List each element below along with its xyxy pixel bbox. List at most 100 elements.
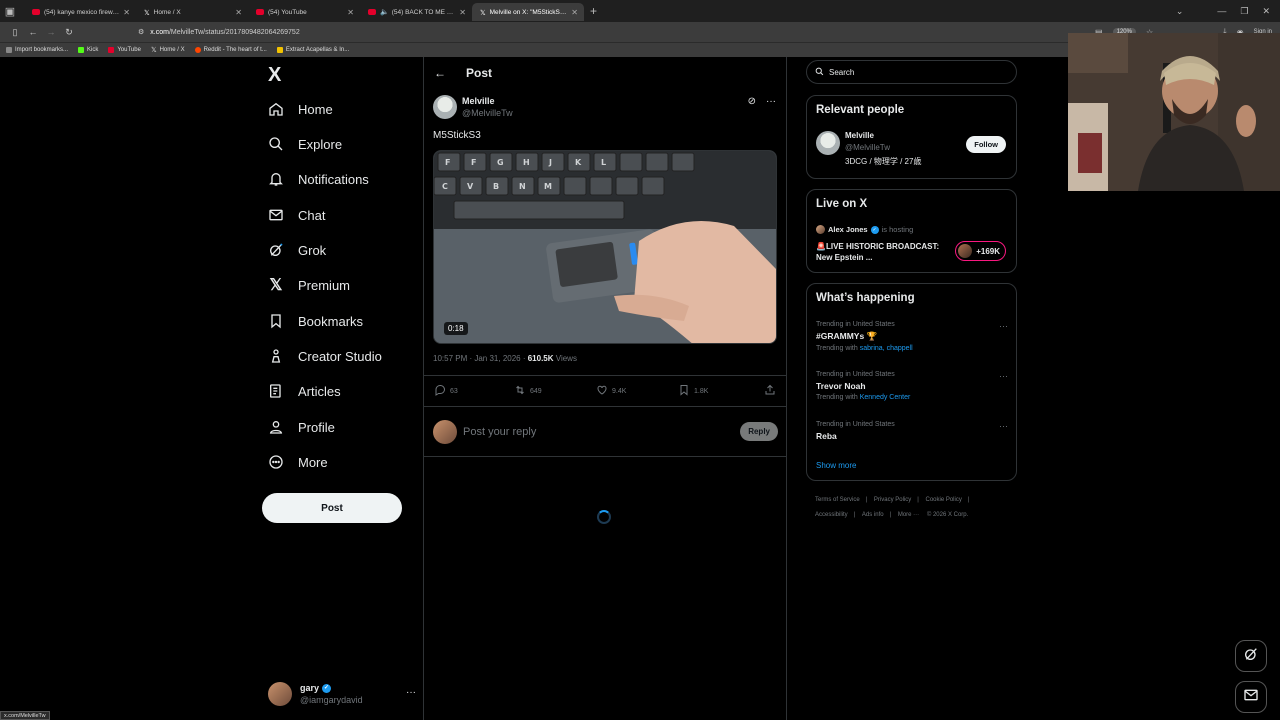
video-frame: F F G H J K L C V B N M xyxy=(434,151,776,343)
window-menu-icon[interactable]: ▣ xyxy=(0,0,20,22)
person-bio: 3DCG / 物理学 / 27歳 xyxy=(845,157,922,166)
show-more-link[interactable]: Show more xyxy=(816,461,856,470)
engagement-bar: 63 649 9.4K 1.8K xyxy=(424,375,787,407)
broadcast-title[interactable]: 🚨LIVE HISTORIC BROADCAST: New Epstein ..… xyxy=(816,241,946,263)
nav-premium[interactable]: 𝕏 Premium xyxy=(268,270,350,300)
reload-icon[interactable]: ↻ xyxy=(60,27,78,38)
bookmark-item[interactable]: YouTube xyxy=(108,47,141,53)
browser-tab[interactable]: (54) YouTube ✕ xyxy=(248,3,360,21)
forward-icon[interactable]: → xyxy=(42,27,60,37)
reply-action[interactable]: 63 xyxy=(434,384,514,398)
bookmark-item[interactable]: Kick xyxy=(78,47,98,53)
follow-button[interactable]: Follow xyxy=(966,136,1006,153)
more-horizontal-icon[interactable]: ··· xyxy=(999,321,1008,331)
minimize-icon[interactable]: — xyxy=(1217,6,1226,16)
nav-grok[interactable]: Grok xyxy=(268,235,326,265)
footer-link[interactable]: Terms of Service xyxy=(815,497,860,503)
nav-articles[interactable]: Articles xyxy=(268,376,341,406)
browser-tab[interactable]: 🔈 (54) BACK TO ME - YouTub ✕ xyxy=(360,3,472,21)
tab-search-icon[interactable]: ⌄ xyxy=(1176,6,1184,17)
bookmark-action[interactable]: 1.8K xyxy=(678,384,764,398)
footer-link[interactable]: Accessibility xyxy=(815,512,848,518)
maximize-icon[interactable]: ❐ xyxy=(1240,6,1248,17)
url-field[interactable]: ⚙ x.com/MelvilleTw/status/20178094820642… xyxy=(138,28,300,37)
footer-link[interactable]: Privacy Policy xyxy=(874,497,911,503)
avatar[interactable] xyxy=(433,95,457,119)
reply-button[interactable]: Reply xyxy=(740,422,778,441)
close-tab-icon[interactable]: ✕ xyxy=(123,8,130,17)
back-icon[interactable]: ← xyxy=(24,27,42,37)
author-handle[interactable]: @MelvilleTw xyxy=(462,108,513,118)
like-action[interactable]: 9.4K xyxy=(596,384,678,398)
post-button[interactable]: Post xyxy=(262,493,402,523)
loading-spinner xyxy=(597,510,611,524)
new-tab-button[interactable]: + xyxy=(590,4,597,18)
speaker-icon[interactable]: 🔈 xyxy=(380,8,389,16)
svg-text:J: J xyxy=(548,158,552,167)
nav-home[interactable]: Home xyxy=(268,94,333,124)
nav-more[interactable]: More xyxy=(268,447,328,477)
browser-tab[interactable]: (54) kanye mexico fireworks - Y ✕ xyxy=(24,3,136,21)
browser-tab[interactable]: 𝕏 Home / X ✕ xyxy=(136,3,248,21)
more-horizontal-icon[interactable]: ··· xyxy=(999,421,1008,431)
footer-link[interactable]: More ··· xyxy=(898,512,919,518)
nav-label: Notifications xyxy=(298,171,369,187)
reply-input[interactable]: Post your reply xyxy=(463,426,740,438)
heart-icon xyxy=(596,384,608,398)
nav-label: Premium xyxy=(298,277,351,293)
search-input[interactable]: Search xyxy=(806,60,1017,84)
bookmark-item[interactable]: Reddit - The heart of t... xyxy=(194,47,267,53)
nav-profile[interactable]: Profile xyxy=(268,412,335,442)
more-horizontal-icon[interactable]: ··· xyxy=(406,687,416,698)
listener-count-badge[interactable]: +169K xyxy=(955,241,1006,261)
person-handle[interactable]: @MelvilleTw xyxy=(845,143,921,152)
relevant-person[interactable]: Melville @MelvilleTw 3DCG / 物理学 / 27歳 xyxy=(816,131,921,167)
trend-item[interactable]: Trending in United States Reba ··· xyxy=(816,421,1008,441)
grok-icon[interactable]: ⊘ xyxy=(748,96,756,107)
close-tab-icon[interactable]: ✕ xyxy=(347,8,354,17)
nav-bookmarks[interactable]: Bookmarks xyxy=(268,306,363,336)
close-tab-icon[interactable]: ✕ xyxy=(459,8,466,17)
nav-creator-studio[interactable]: Creator Studio xyxy=(268,341,382,371)
window-close-icon[interactable]: ✕ xyxy=(1262,6,1270,17)
grok-floating-button[interactable] xyxy=(1235,640,1267,672)
more-circle-icon xyxy=(268,454,284,470)
site-info-icon[interactable]: ⚙ xyxy=(138,28,144,36)
trend-name: Trevor Noah xyxy=(816,381,866,391)
bookmark-item[interactable]: 𝕏 Home / X xyxy=(151,46,185,54)
sidebar-toggle-icon[interactable]: ▯ xyxy=(6,27,24,38)
person-name[interactable]: Melville xyxy=(845,131,921,140)
nav-explore[interactable]: Explore xyxy=(268,129,342,159)
messages-floating-button[interactable] xyxy=(1235,681,1267,713)
post-video[interactable]: F F G H J K L C V B N M 0:18 xyxy=(433,150,777,344)
post-author[interactable]: Melville @MelvilleTw xyxy=(433,95,513,119)
trend-with-links[interactable]: Kennedy Center xyxy=(860,394,911,401)
trend-with-links[interactable]: sabrina, chappell xyxy=(860,345,913,352)
trend-item[interactable]: Trending in United States #GRAMMYs 🏆 Tre… xyxy=(816,321,1008,352)
nav-chat[interactable]: Chat xyxy=(268,200,325,230)
browser-tab-active[interactable]: 𝕏 Melville on X: "M5StickS3 https: ✕ xyxy=(472,3,584,21)
trend-item[interactable]: Trending in United States Trevor Noah Tr… xyxy=(816,371,1008,401)
x-logo[interactable]: X xyxy=(268,64,281,87)
grok-icon xyxy=(268,242,284,258)
footer-link[interactable]: Cookie Policy xyxy=(926,497,962,503)
close-tab-icon[interactable]: ✕ xyxy=(235,8,242,17)
author-name[interactable]: Melville xyxy=(462,96,513,106)
nav-notifications[interactable]: Notifications xyxy=(268,164,369,194)
more-horizontal-icon[interactable]: ··· xyxy=(999,371,1008,381)
avatar[interactable] xyxy=(816,131,840,155)
more-horizontal-icon[interactable]: ··· xyxy=(766,96,776,107)
repost-action[interactable]: 649 xyxy=(514,384,596,398)
live-host[interactable]: Alex Jones ✓ is hosting xyxy=(816,225,913,234)
account-switcher[interactable]: gary ✓ @iamgarydavid ··· xyxy=(268,679,416,709)
close-tab-icon[interactable]: ✕ xyxy=(571,8,578,17)
card-title: What’s happening xyxy=(816,292,915,304)
footer-link[interactable]: Ads info xyxy=(862,512,884,518)
bookmark-item[interactable]: Extract Acapellas & In... xyxy=(276,47,349,53)
back-arrow-icon[interactable]: ← xyxy=(434,66,446,80)
bookmark-item[interactable]: Import bookmarks... xyxy=(6,47,68,53)
share-action[interactable] xyxy=(764,384,776,398)
avatar xyxy=(433,419,457,444)
post-timestamp[interactable]: 10:57 PM · Jan 31, 2026 · xyxy=(433,354,528,363)
trend-name: Reba xyxy=(816,431,837,441)
